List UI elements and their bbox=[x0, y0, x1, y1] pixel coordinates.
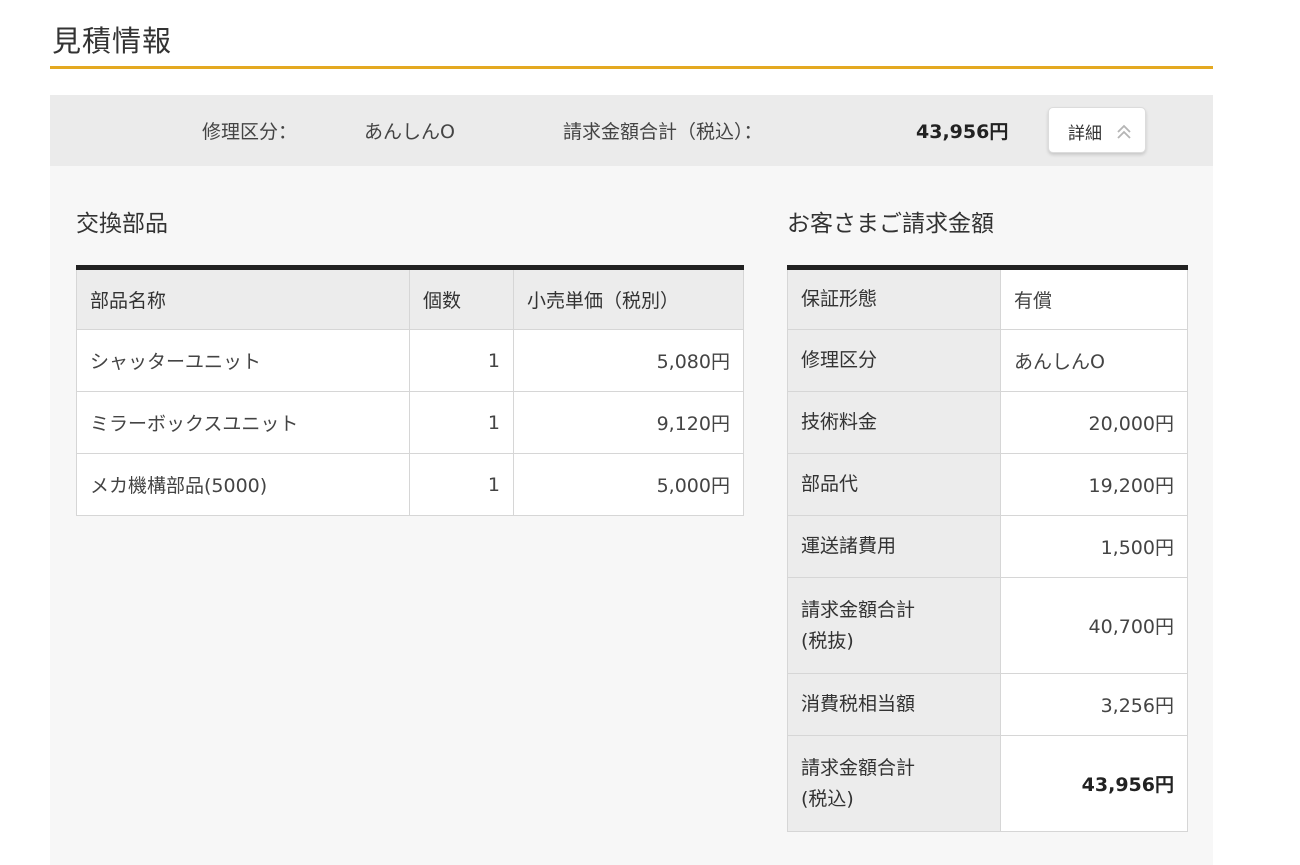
billing-label: 修理区分 bbox=[787, 329, 1001, 392]
unit-price-cell: 5,000円 bbox=[513, 453, 744, 516]
total-amount-label: 請求金額合計（税込）： bbox=[563, 121, 763, 143]
detail-button-label: 詳細 bbox=[1068, 124, 1102, 144]
billing-value: 20,000円 bbox=[1000, 391, 1188, 454]
repair-type-label: 修理区分： bbox=[202, 121, 298, 143]
quantity-cell: 1 bbox=[409, 453, 514, 516]
billing-row-subtotal-excl-tax: 請求金額合計 (税抜) 40,700円 bbox=[787, 577, 1188, 674]
unit-price-cell: 9,120円 bbox=[513, 391, 744, 454]
table-row: ミラーボックスユニット 1 9,120円 bbox=[76, 391, 744, 454]
billing-row-warranty: 保証形態 有償 bbox=[787, 267, 1188, 330]
table-row: シャッターユニット 1 5,080円 bbox=[76, 329, 744, 392]
quantity-cell: 1 bbox=[409, 329, 514, 392]
billing-label: 部品代 bbox=[787, 453, 1001, 516]
column-header-quantity: 個数 bbox=[409, 267, 514, 330]
billing-section-title: お客さまご請求金額 bbox=[787, 211, 994, 237]
repair-type-value: あんしんO bbox=[364, 121, 455, 143]
billing-row-technical-fee: 技術料金 20,000円 bbox=[787, 391, 1188, 454]
billing-total-value: 43,956円 bbox=[1000, 735, 1188, 832]
column-header-part-name: 部品名称 bbox=[76, 267, 410, 330]
total-amount-value: 43,956円 bbox=[916, 121, 1009, 143]
table-row: メカ機構部品(5000) 1 5,000円 bbox=[76, 453, 744, 516]
billing-value: 1,500円 bbox=[1000, 515, 1188, 578]
billing-label-line2: (税込) bbox=[801, 787, 854, 810]
billing-label: 技術料金 bbox=[787, 391, 1001, 454]
billing-table: 保証形態 有償 修理区分 あんしんO 技術料金 20,000円 部品代 19,2… bbox=[787, 265, 1188, 832]
summary-bar: 修理区分： あんしんO 請求金額合計（税込）： 43,956円 詳細 bbox=[50, 95, 1213, 166]
billing-row-consumption-tax: 消費税相当額 3,256円 bbox=[787, 673, 1188, 736]
title-divider bbox=[50, 66, 1213, 69]
billing-label-line1: 請求金額合計 bbox=[801, 599, 916, 622]
billing-value: 有償 bbox=[1000, 267, 1188, 330]
part-name-cell: シャッターユニット bbox=[76, 329, 410, 392]
billing-label: 消費税相当額 bbox=[787, 673, 1001, 736]
billing-label-line1: 請求金額合計 bbox=[801, 757, 916, 780]
billing-row-repair-type: 修理区分 あんしんO bbox=[787, 329, 1188, 392]
billing-value: 40,700円 bbox=[1000, 577, 1188, 674]
billing-value: あんしんO bbox=[1000, 329, 1188, 392]
part-name-cell: メカ機構部品(5000) bbox=[76, 453, 410, 516]
billing-label: 請求金額合計 (税抜) bbox=[787, 577, 1001, 674]
billing-value: 19,200円 bbox=[1000, 453, 1188, 516]
page-title: 見積情報 bbox=[52, 24, 173, 58]
quantity-cell: 1 bbox=[409, 391, 514, 454]
column-header-unit-price: 小売単価（税別） bbox=[513, 267, 744, 330]
parts-table: 部品名称 個数 小売単価（税別） シャッターユニット 1 5,080円 ミラーボ… bbox=[76, 265, 744, 516]
estimate-panel: 修理区分： あんしんO 請求金額合計（税込）： 43,956円 詳細 交換部品 … bbox=[50, 95, 1213, 865]
billing-row-total-incl-tax: 請求金額合計 (税込) 43,956円 bbox=[787, 735, 1188, 832]
billing-row-shipping: 運送諸費用 1,500円 bbox=[787, 515, 1188, 578]
billing-label-line2: (税抜) bbox=[801, 629, 854, 652]
table-header-row: 部品名称 個数 小売単価（税別） bbox=[76, 267, 744, 330]
billing-label: 保証形態 bbox=[787, 267, 1001, 330]
billing-label: 運送諸費用 bbox=[787, 515, 1001, 578]
billing-label: 請求金額合計 (税込) bbox=[787, 735, 1001, 832]
billing-row-parts-cost: 部品代 19,200円 bbox=[787, 453, 1188, 516]
part-name-cell: ミラーボックスユニット bbox=[76, 391, 410, 454]
billing-value: 3,256円 bbox=[1000, 673, 1188, 736]
parts-section-title: 交換部品 bbox=[76, 211, 168, 237]
detail-toggle-button[interactable]: 詳細 bbox=[1048, 107, 1146, 153]
unit-price-cell: 5,080円 bbox=[513, 329, 744, 392]
double-chevron-up-icon bbox=[1117, 124, 1131, 139]
